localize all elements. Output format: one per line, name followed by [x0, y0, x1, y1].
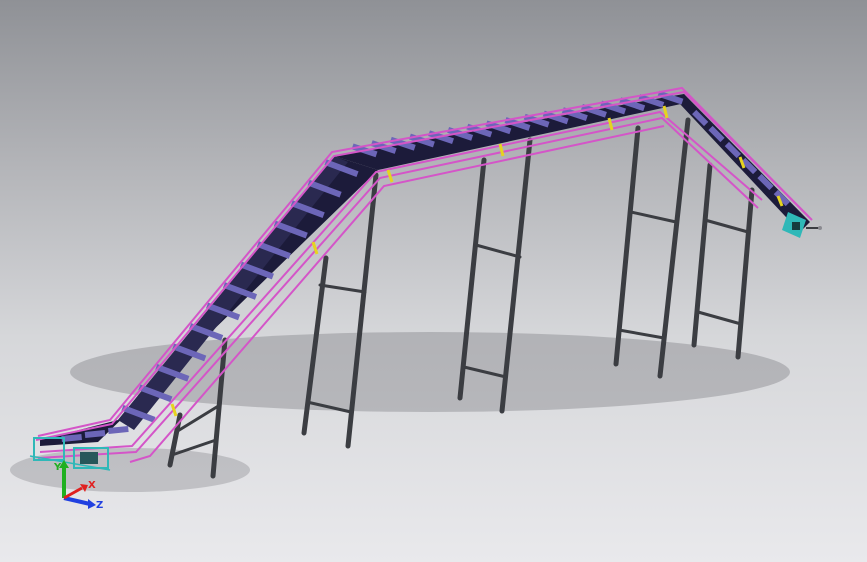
belt-cleat [692, 109, 709, 127]
x-axis-label: X [88, 480, 96, 491]
x-axis-arrow [63, 486, 83, 500]
3d-viewport[interactable]: X Y Z [0, 0, 867, 562]
support-legs [167, 117, 755, 479]
y-axis-label: Y [53, 462, 62, 473]
conveyor-model[interactable] [0, 0, 867, 562]
z-axis-arrowhead [88, 499, 96, 509]
z-axis-label: Z [96, 500, 103, 511]
belt-cleat [84, 430, 106, 438]
axis-triad: X Y Z [53, 460, 103, 511]
belt-cleat [108, 426, 129, 434]
z-axis-arrow [63, 496, 91, 506]
